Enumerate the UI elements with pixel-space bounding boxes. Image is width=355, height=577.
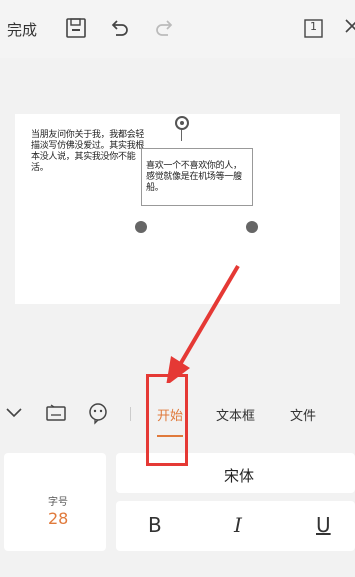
font-size-card[interactable]: 字号 28 bbox=[4, 453, 106, 551]
tab-file[interactable]: 文件 bbox=[290, 405, 316, 424]
tab-textbox[interactable]: 文本框 bbox=[216, 405, 255, 424]
done-button[interactable]: 完成 bbox=[7, 19, 37, 40]
font-size-value: 28 bbox=[48, 509, 69, 528]
undo-icon[interactable] bbox=[108, 16, 132, 40]
redo-icon[interactable] bbox=[152, 16, 176, 40]
keyboard-icon[interactable] bbox=[44, 401, 68, 429]
font-family-value: 宋体 bbox=[224, 467, 255, 485]
font-size-label: 字号 bbox=[48, 497, 68, 508]
tab-separator bbox=[130, 407, 131, 421]
save-icon[interactable] bbox=[64, 16, 88, 40]
close-icon[interactable] bbox=[342, 16, 355, 40]
document-canvas[interactable]: 当朋友问你关于我，我都会轻描淡写仿佛没爱过。其实我根本没人说，其实我没你不能活。… bbox=[0, 58, 355, 383]
top-toolbar: 完成 1 bbox=[0, 0, 355, 58]
voice-assistant-icon[interactable] bbox=[86, 401, 110, 429]
underline-button[interactable]: U bbox=[316, 513, 331, 537]
italic-button[interactable]: I bbox=[234, 513, 242, 537]
annotation-arrow bbox=[166, 264, 240, 383]
annotation-highlight-box bbox=[146, 374, 188, 466]
page-count: 1 bbox=[310, 20, 317, 33]
bold-button[interactable]: B bbox=[148, 513, 162, 537]
chevron-down-icon[interactable] bbox=[4, 403, 24, 427]
